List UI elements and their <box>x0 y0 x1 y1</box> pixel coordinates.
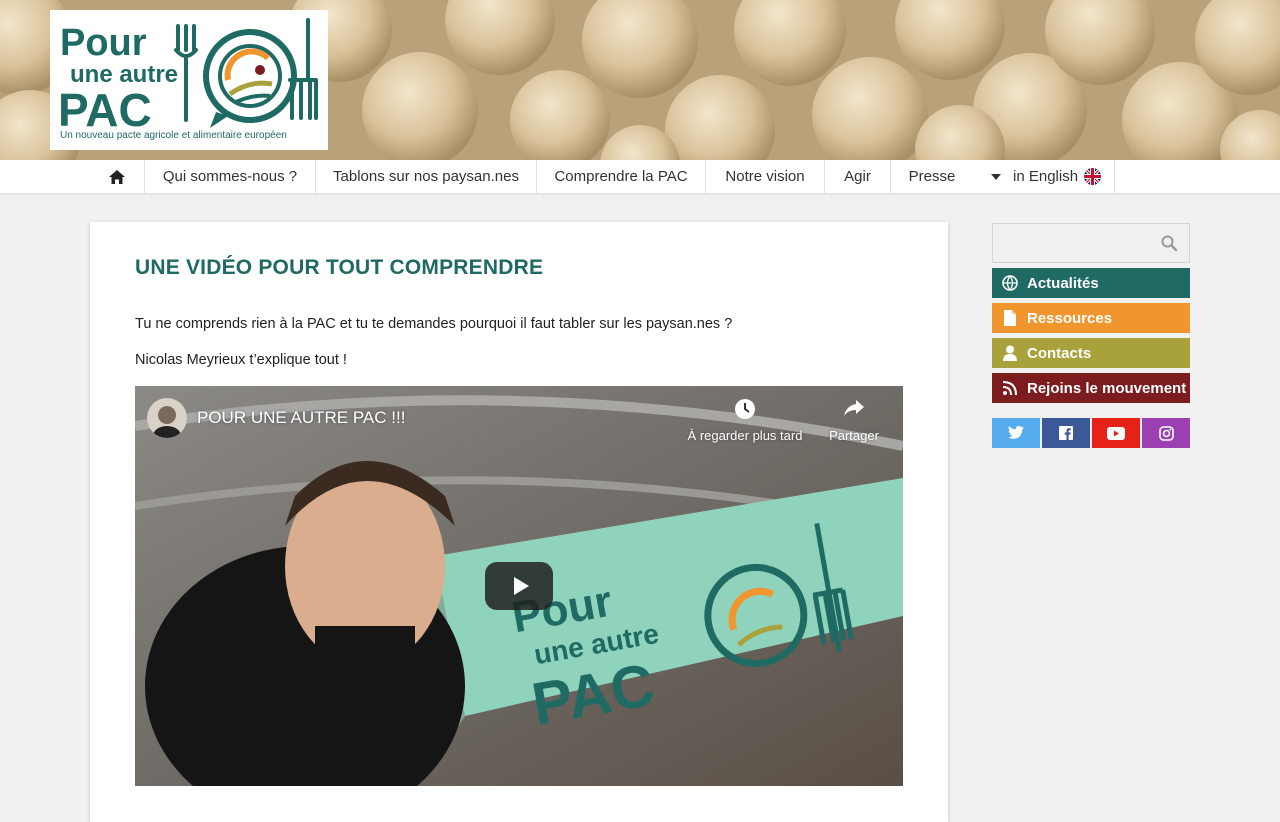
nav-item-label: Qui sommes-nous ? <box>162 168 298 185</box>
search-icon[interactable] <box>1161 235 1177 251</box>
nav-item-label: Agir <box>844 168 871 185</box>
watch-later-button[interactable]: À regarder plus tard <box>675 398 815 443</box>
home-icon <box>109 169 125 184</box>
video-title[interactable]: POUR UNE AUTRE PAC !!! <box>197 408 405 428</box>
nav-item-label: Tablons sur nos paysan.nes <box>333 168 519 185</box>
sidebar-button-label: Ressources <box>1027 309 1113 327</box>
person-icon <box>1002 345 1018 361</box>
sidebar-button-rejoins[interactable]: Rejoins le mouvement <box>992 373 1190 403</box>
instagram-icon <box>1158 425 1174 441</box>
nav-item-qui-sommes-nous[interactable]: Qui sommes-nous ? <box>145 160 316 193</box>
nav-home[interactable] <box>90 160 145 193</box>
youtube-icon <box>1107 426 1125 440</box>
post-paragraph: Nicolas Meyrieux t’explique tout ! <box>135 352 347 368</box>
video-embed[interactable]: Pour une autre PAC POUR UNE AUTRE PAC !!… <box>135 386 903 786</box>
nav-item-comprendre-la-pac[interactable]: Comprendre la PAC <box>537 160 706 193</box>
sidebar-button-contacts[interactable]: Contacts <box>992 338 1190 368</box>
language-switcher[interactable]: in English <box>973 160 1115 193</box>
nav-item-agir[interactable]: Agir <box>825 160 891 193</box>
facebook-button[interactable] <box>1042 418 1090 448</box>
post-paragraph: Tu ne comprends rien à la PAC et tu te d… <box>135 316 733 332</box>
fork-icon <box>174 24 198 122</box>
language-label: in English <box>1013 168 1079 185</box>
nav-item-label: Comprendre la PAC <box>554 168 688 185</box>
share-label: Partager <box>829 428 879 443</box>
plate-icon <box>203 29 297 128</box>
share-button[interactable]: Partager <box>819 398 889 443</box>
play-icon <box>513 577 529 595</box>
logo-line1: Pour <box>60 22 147 64</box>
search-input[interactable] <box>992 223 1190 263</box>
post-title: UNE VIDÉO POUR TOUT COMPRENDRE <box>135 256 544 279</box>
clock-icon <box>735 399 755 419</box>
nav-item-tablons[interactable]: Tablons sur nos paysan.nes <box>316 160 537 193</box>
header-banner: Pour une autre PAC Un nouveau pacte agri… <box>0 0 1280 160</box>
youtube-button[interactable] <box>1092 418 1140 448</box>
channel-avatar[interactable] <box>147 398 187 438</box>
facebook-icon <box>1059 426 1073 440</box>
nav-item-presse[interactable]: Presse <box>891 160 973 193</box>
chevron-down-icon <box>991 173 1001 180</box>
nav-item-label: Notre vision <box>725 168 805 185</box>
twitter-button[interactable] <box>992 418 1040 448</box>
logo-tagline: Un nouveau pacte agricole et alimentaire… <box>60 130 287 141</box>
sidebar-button-ressources[interactable]: Ressources <box>992 303 1190 333</box>
twitter-icon <box>1008 426 1024 439</box>
post-card: UNE VIDÉO POUR TOUT COMPRENDRE Tu ne com… <box>90 222 948 822</box>
sidebar-button-label: Rejoins le mouvement <box>1027 379 1187 397</box>
share-icon <box>844 400 864 416</box>
sidebar-button-actualites[interactable]: Actualités <box>992 268 1190 298</box>
sidebar-button-label: Contacts <box>1027 344 1092 362</box>
main-navigation: Qui sommes-nous ? Tablons sur nos paysan… <box>0 160 1280 194</box>
play-button[interactable] <box>485 562 553 610</box>
nav-item-label: Presse <box>908 168 956 185</box>
site-logo[interactable]: Pour une autre PAC Un nouveau pacte agri… <box>50 10 328 150</box>
logo-line3: PAC <box>58 84 152 136</box>
sidebar-button-label: Actualités <box>1027 274 1099 292</box>
uk-flag-icon <box>1084 168 1102 185</box>
nav-item-notre-vision[interactable]: Notre vision <box>706 160 825 193</box>
instagram-button[interactable] <box>1142 418 1190 448</box>
globe-icon <box>1002 275 1018 291</box>
document-icon <box>1002 310 1018 326</box>
rss-icon <box>1002 380 1018 396</box>
watch-later-label: À regarder plus tard <box>687 428 803 443</box>
